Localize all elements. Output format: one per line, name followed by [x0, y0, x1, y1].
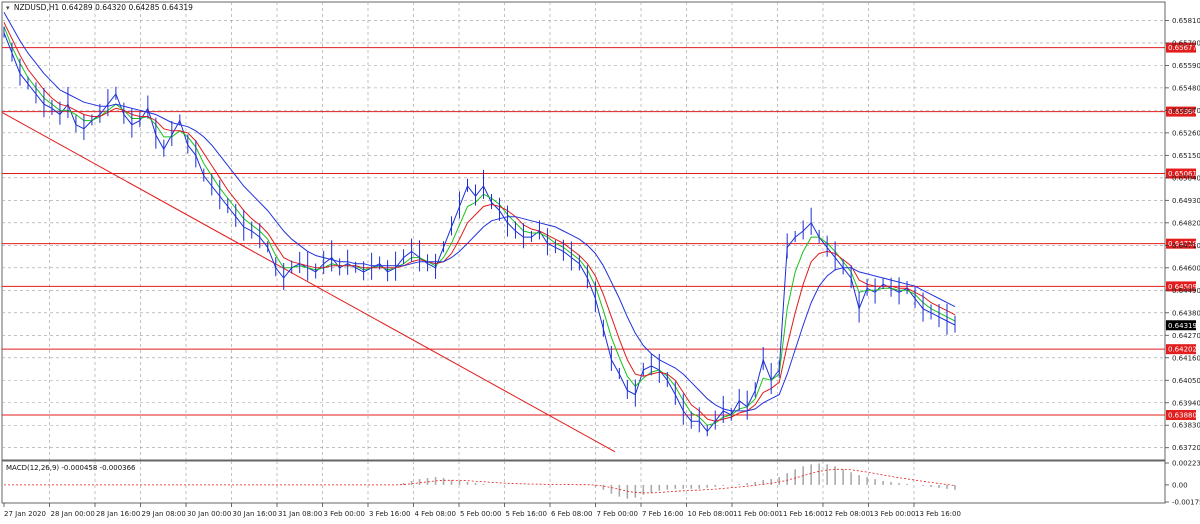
time-tick-label: 6 Feb 08:00 [551, 510, 592, 518]
price-tick-label: 0.63940 [1172, 399, 1200, 407]
price-axis: 0.65810 0.65700 0.65590 0.65480 0.65370 0.652… [1165, 17, 1200, 452]
collapse-triangle-icon[interactable]: ▾ [6, 4, 10, 12]
price-tick-label: 0.65590 [1172, 62, 1200, 70]
current-price-label: 0.64319 [1168, 322, 1197, 330]
price-tick-label: 0.63720 [1172, 444, 1200, 452]
time-tick-label: 30 Jan 16:00 [233, 510, 277, 518]
time-tick-label: 29 Jan 08:00 [142, 510, 186, 518]
series-group [3, 11, 956, 437]
grid [2, 2, 1165, 503]
time-tick-label: 4 Feb 08:00 [415, 510, 456, 518]
price-tick-label: 0.64710 [1172, 242, 1200, 250]
macd-tick-label: 0.002239 [1172, 460, 1200, 468]
price-tick-label: 0.65040 [1172, 174, 1200, 182]
macd-signal-line [4, 468, 956, 494]
time-tick-label: 28 Jan 00:00 [51, 510, 95, 518]
price-tick-label: 0.64820 [1172, 219, 1200, 227]
symbol-label: NZDUSD,H1 [13, 3, 60, 12]
macd-value-1: -0.000458 [61, 464, 98, 472]
time-tick-label: 5 Feb 00:00 [460, 510, 501, 518]
close-value: 0.64319 [161, 3, 193, 12]
high-value: 0.64320 [95, 3, 127, 12]
macd-tick-label: -0.001750 [1172, 499, 1200, 507]
time-tick-label: 11 Feb 16:00 [779, 510, 825, 518]
trendline [1, 111, 616, 453]
price-tick-label: 0.64490 [1172, 287, 1200, 295]
descending-trendline [1, 111, 616, 453]
price-chart: 0.656770.653640.650610.647180.645090.642… [1, 1, 1200, 518]
macd-tick-label: 0.00 [1172, 481, 1188, 489]
time-tick-label: 3 Feb 00:00 [324, 510, 365, 518]
macd-header: MACD(12,26,9) -0.000458 -0.000366 [6, 464, 136, 472]
time-tick-label: 5 Feb 16:00 [506, 510, 547, 518]
time-axis: 27 Jan 2020 28 Jan 00:00 28 Jan 16:00 29 Ja… [3, 503, 961, 518]
time-tick-label: 31 Jan 08:00 [278, 510, 322, 518]
macd-label: MACD(12,26,9) [6, 464, 60, 472]
low-value: 0.64285 [128, 3, 160, 12]
time-tick-label: 7 Feb 00:00 [597, 510, 638, 518]
ma-slow-line [3, 11, 956, 412]
horizontal-levels: 0.656770.653640.650610.647180.645090.642… [2, 42, 1197, 421]
time-tick-label: 13 Feb 00:00 [870, 510, 916, 518]
time-tick-label: 28 Jan 16:00 [96, 510, 140, 518]
price-tick-label: 0.64380 [1172, 309, 1200, 317]
price-tick-label: 0.65480 [1172, 84, 1200, 92]
price-tick-label: 0.65700 [1172, 39, 1200, 47]
price-tick-label: 0.64930 [1172, 197, 1200, 205]
price-tick-label: 0.64050 [1172, 377, 1200, 385]
level-label: 0.64202 [1168, 346, 1197, 354]
macd-value-2: -0.000366 [99, 464, 136, 472]
chart-frame [1, 1, 1166, 461]
price-tick-label: 0.64270 [1172, 332, 1200, 340]
price-tick-label: 0.65150 [1172, 152, 1200, 160]
chart-header: ▾ NZDUSD,H1 0.64289 0.64320 0.64285 0.64… [6, 3, 193, 12]
time-tick-label: 13 Feb 16:00 [915, 510, 961, 518]
time-tick-label: 11 Feb 00:00 [733, 510, 779, 518]
time-tick-label: 30 Jan 00:00 [187, 510, 231, 518]
level-label: 0.63880 [1168, 412, 1197, 420]
price-tick-label: 0.64600 [1172, 264, 1200, 272]
ma-mid-line [3, 22, 956, 422]
macd-pane: 0.002239 0.00 -0.001750 [4, 460, 1200, 507]
open-value: 0.64289 [61, 3, 93, 12]
price-tick-label: 0.65810 [1172, 17, 1200, 25]
price-tick-label: 0.64160 [1172, 354, 1200, 362]
macd-frame [1, 460, 1166, 504]
price-tick-label: 0.65370 [1172, 107, 1200, 115]
time-tick-label: 27 Jan 2020 [4, 510, 46, 518]
price-tick-label: 0.65260 [1172, 129, 1200, 137]
time-tick-label: 10 Feb 08:00 [688, 510, 734, 518]
time-tick-label: 3 Feb 16:00 [369, 510, 410, 518]
price-tick-label: 0.63830 [1172, 422, 1200, 430]
time-tick-label: 12 Feb 08:00 [824, 510, 870, 518]
time-tick-label: 7 Feb 16:00 [642, 510, 683, 518]
price-line [3, 32, 956, 433]
